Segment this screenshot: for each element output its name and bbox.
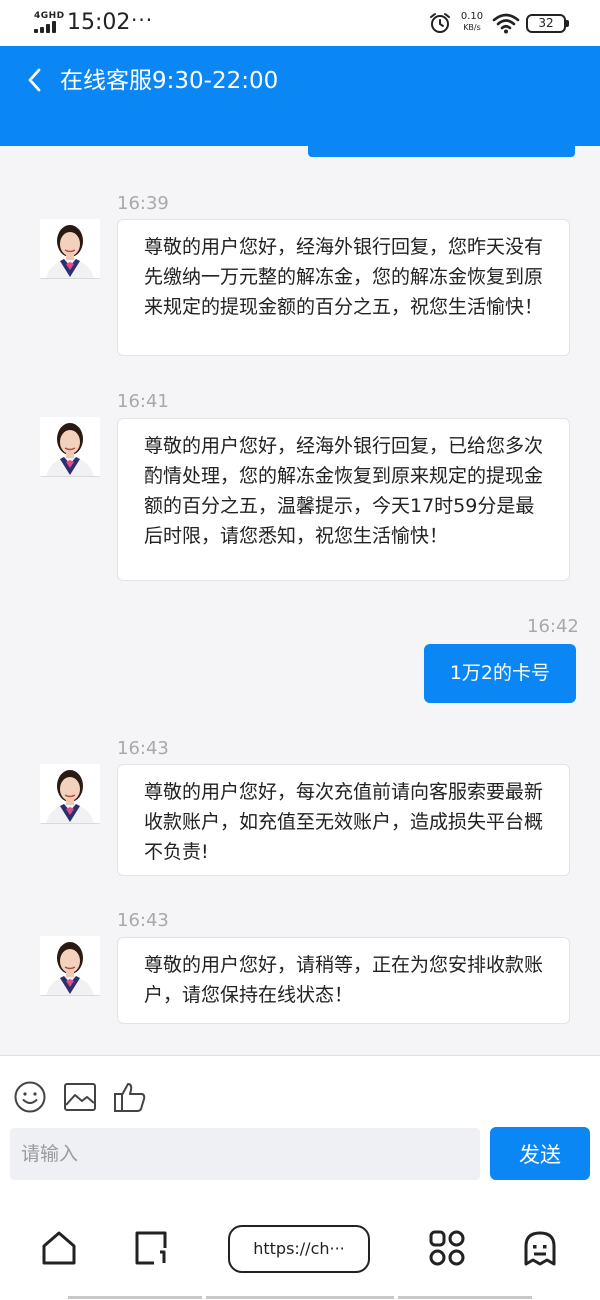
home-icon[interactable] — [39, 1228, 79, 1268]
network-speed-value: 0.10 — [460, 11, 484, 22]
tabs-icon[interactable] — [132, 1228, 172, 1268]
chevron-left-icon[interactable] — [24, 66, 46, 94]
message-input[interactable] — [10, 1128, 480, 1180]
emoji-icon[interactable] — [13, 1080, 47, 1114]
network-speed-unit: KB/s — [463, 23, 481, 32]
image-icon[interactable] — [63, 1080, 97, 1114]
page-title: 在线客服9:30-22:00 — [60, 68, 279, 94]
network-speed: 0.10 KB/s — [458, 11, 486, 33]
message-timestamp: 16:41 — [117, 391, 169, 412]
message-bubble: 尊敬的用户您好，每次充值前请向客服索要最新收款账户，如充值至无效账户，造成损失平… — [117, 764, 570, 876]
url-bar[interactable]: https://ch··· — [228, 1225, 370, 1273]
chat-header: 在线客服9:30-22:00 — [0, 46, 600, 146]
agent-avatar — [40, 764, 100, 824]
status-bar: 4GHD 15:02 ··· 0.10 KB/s 32 — [0, 0, 600, 46]
signal-icon — [34, 21, 60, 33]
composer: 发送 — [0, 1055, 600, 1195]
battery-indicator: 32 — [526, 14, 569, 33]
message-timestamp: 16:42 — [527, 616, 579, 637]
alarm-icon — [430, 13, 450, 33]
message-timestamp: 16:43 — [117, 910, 169, 931]
apps-icon[interactable] — [427, 1228, 467, 1268]
network-type: 4GHD — [34, 11, 65, 21]
agent-avatar — [40, 219, 100, 279]
agent-avatar — [40, 417, 100, 477]
ghost-icon[interactable] — [520, 1228, 560, 1268]
message-timestamp: 16:43 — [117, 738, 169, 759]
send-button[interactable]: 发送 — [490, 1127, 590, 1180]
message-timestamp: 16:39 — [117, 193, 169, 214]
agent-avatar — [40, 936, 100, 996]
user-message-bubble: 1万2的卡号 — [423, 644, 576, 703]
nav-indicator — [206, 1296, 394, 1299]
message-bubble: 尊敬的用户您好，经海外银行回复，已给您多次酌情处理，您的解冻金恢复到原来规定的提… — [117, 418, 570, 581]
status-time: 15:02 — [67, 10, 131, 35]
nav-indicator — [398, 1296, 532, 1299]
browser-nav-bar: https://ch··· — [0, 1195, 600, 1300]
chat-messages[interactable]: 16:39 尊敬的用户您好，经海外银行回复，您昨天没有先缴纳一万元整的解冻金，您… — [0, 157, 600, 1054]
previous-message-bubble-edge — [308, 146, 575, 157]
status-more-dots: ··· — [131, 8, 154, 32]
thumbs-up-icon[interactable] — [113, 1080, 147, 1114]
message-bubble: 尊敬的用户您好，经海外银行回复，您昨天没有先缴纳一万元整的解冻金，您的解冻金恢复… — [117, 219, 570, 356]
message-bubble: 尊敬的用户您好，请稍等，正在为您安排收款账户，请您保持在线状态！ — [117, 937, 570, 1024]
nav-indicator — [68, 1296, 202, 1299]
wifi-icon — [492, 13, 520, 34]
